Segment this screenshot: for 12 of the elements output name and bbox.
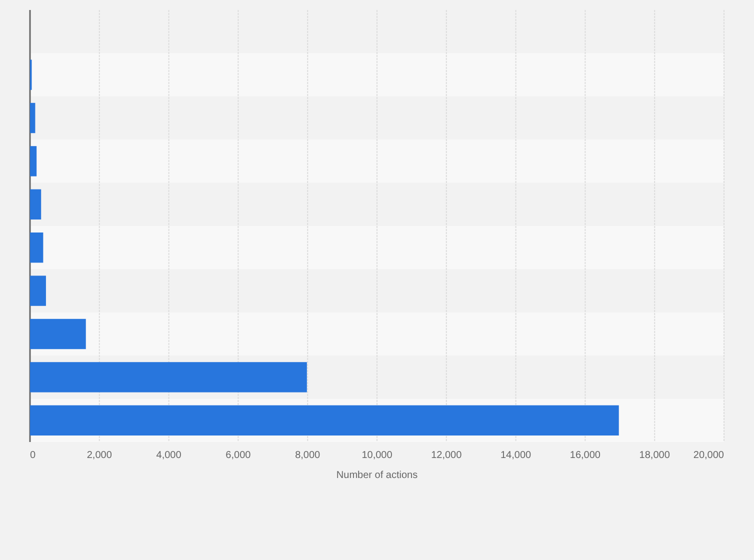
tick-label: 6,000 <box>226 450 251 461</box>
tick-label: 12,000 <box>431 450 462 461</box>
tick-label: 16,000 <box>570 450 600 461</box>
tick-label: 20,000 <box>693 450 724 461</box>
tick-label: 10,000 <box>362 450 392 461</box>
tick-label: 8,000 <box>295 450 320 461</box>
axis-title: Number of actions <box>336 470 418 481</box>
tick-label: 14,000 <box>500 450 532 461</box>
tick-label: 0 <box>30 450 36 461</box>
tick-label: 18,000 <box>639 450 670 461</box>
tick-label: 4,000 <box>156 450 182 461</box>
tick-label: 2,000 <box>86 450 112 461</box>
